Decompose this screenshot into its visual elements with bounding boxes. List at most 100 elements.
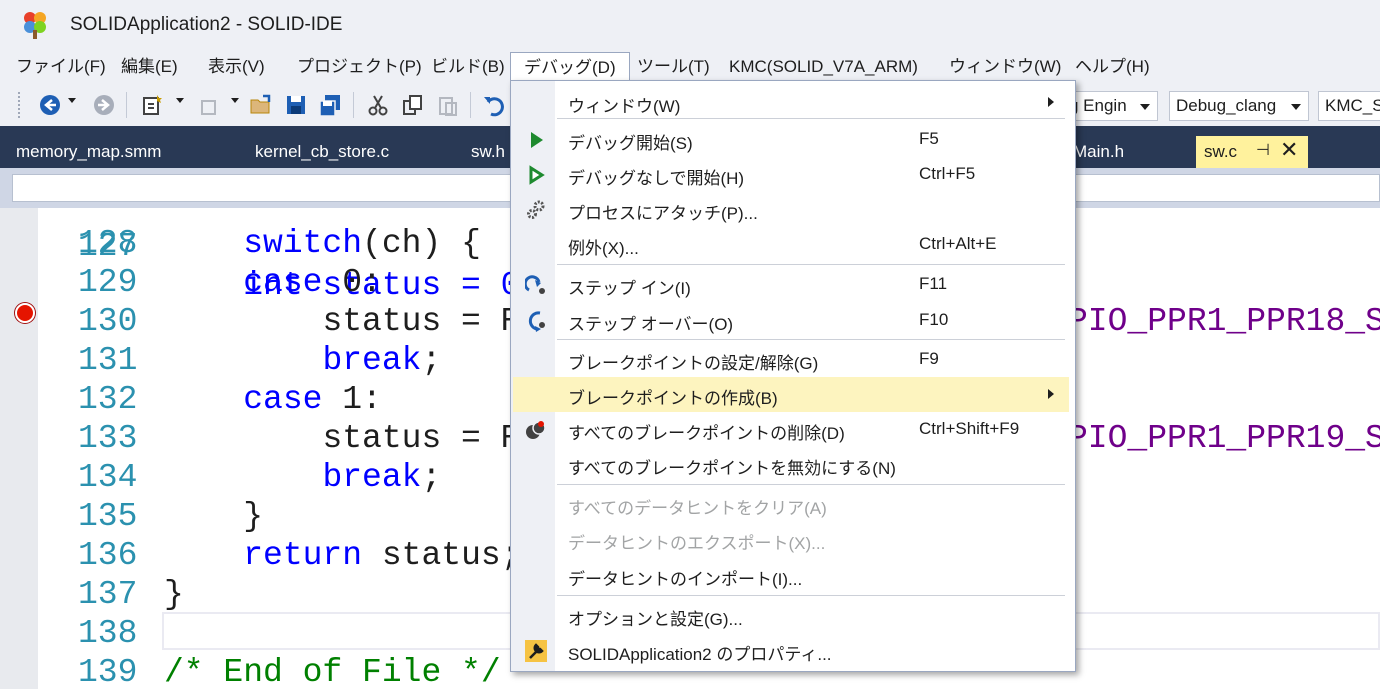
code-body: ; (421, 342, 442, 379)
code-text: return status; (164, 536, 520, 575)
debug-menu-item[interactable]: 例外(X)... Ctrl+Alt+E (513, 227, 1069, 262)
tab-sw-h[interactable]: sw.h (471, 142, 505, 162)
menu-separator (557, 595, 1065, 596)
chevron-down-icon (1291, 104, 1301, 110)
code-body: status = R2 (322, 420, 541, 457)
menu-separator (557, 264, 1065, 265)
play-icon (525, 129, 547, 151)
code-text: } (164, 575, 184, 614)
menu-item-shortcut: Ctrl+Alt+E (919, 234, 997, 253)
configuration-value: Debug_clang (1176, 96, 1277, 115)
code-keyword: switch (243, 225, 363, 262)
code-macro: PIO_PPR1_PPR18_SH (1068, 303, 1380, 340)
copy-icon[interactable] (401, 93, 425, 117)
delete-breakpoints-icon (525, 419, 547, 441)
toolbar-separator (353, 92, 354, 118)
back-dropdown-icon[interactable] (68, 98, 76, 103)
close-icon[interactable]: ✕ (1280, 137, 1298, 163)
back-icon[interactable] (38, 93, 62, 117)
menu-item-shortcut: F10 (919, 310, 949, 329)
debug-menu-item[interactable]: ブレークポイントの作成(B) (513, 377, 1069, 412)
debug-menu-item: データヒントのエクスポート(X)... (513, 522, 1069, 557)
menu-item-shortcut: F11 (919, 274, 948, 293)
solution-platform-value: g Engin (1069, 96, 1127, 115)
debug-menu-item[interactable]: データヒントのインポート(I)... (513, 558, 1069, 593)
menu-item-label: ステップ イン(I) (568, 279, 691, 298)
line-number: 135 (78, 498, 138, 535)
save-icon[interactable] (284, 93, 308, 117)
menu-project[interactable]: プロジェクト(P) (297, 52, 422, 84)
debug-menu-item[interactable]: ステップ オーバー(O) F10 (513, 303, 1069, 338)
debug-menu-item[interactable]: デバッグなしで開始(H) Ctrl+F5 (513, 157, 1069, 192)
debug-menu-item[interactable]: すべてのブレークポイントを無効にする(N) (513, 447, 1069, 482)
line-number: 137 (78, 576, 138, 613)
menu-item-label: ブレークポイントの設定/解除(G) (568, 354, 819, 373)
menu-item-shortcut: F9 (919, 349, 939, 368)
code-text: status = R2 (164, 302, 540, 341)
toolbar-separator (126, 92, 127, 118)
cut-icon[interactable] (366, 93, 390, 117)
submenu-arrow-icon (1048, 389, 1054, 399)
new-project-dropdown-icon[interactable] (176, 98, 184, 103)
configuration-combo[interactable]: Debug_clang (1169, 91, 1309, 121)
menu-file[interactable]: ファイル(F) (16, 52, 106, 84)
add-item-dropdown-icon[interactable] (231, 98, 239, 103)
open-folder-icon[interactable] (249, 93, 273, 117)
line-number: 134 (78, 459, 138, 496)
code-body: 1: (322, 381, 382, 418)
menu-item-label: デバッグなしで開始(H) (568, 169, 745, 188)
debug-menu-item[interactable]: プロセスにアタッチ(P)... (513, 192, 1069, 227)
menu-view[interactable]: 表示(V) (208, 52, 265, 84)
line-number: 130 (78, 303, 138, 340)
code-macro: PIO_PPR1_PPR19_SH (1068, 420, 1380, 457)
debug-menu-item[interactable]: デバッグ開始(S) F5 (513, 122, 1069, 157)
menu-item-label: ウィンドウ(W) (568, 97, 681, 116)
debug-menu-dropdown: ウィンドウ(W) デバッグ開始(S) F5 デバッグなしで開始(H) Ctrl+F5 プロ… (510, 80, 1076, 672)
debug-menu-item[interactable]: SOLIDApplication2 のプロパティ... (513, 633, 1069, 668)
menu-build[interactable]: ビルド(B) (431, 52, 505, 84)
code-text: break; (164, 458, 441, 497)
menu-help[interactable]: ヘルプ(H) (1075, 52, 1150, 84)
menu-item-label: すべてのブレークポイントの削除(D) (568, 424, 845, 443)
line-number: 128 (78, 225, 138, 262)
toolbar-grip[interactable] (18, 92, 22, 118)
app-logo-icon (24, 12, 46, 39)
tab-sw-c-label: sw.c (1204, 142, 1238, 161)
step-into-icon (523, 274, 547, 296)
add-item-icon (201, 100, 216, 115)
target-combo[interactable]: KMC_S (1318, 91, 1380, 121)
pin-icon[interactable]: ⊣ (1256, 140, 1270, 160)
code-body: status = R2 (322, 303, 541, 340)
code-keyword: case (243, 381, 323, 418)
debug-menu-item[interactable]: ブレークポイントの設定/解除(G) F9 (513, 342, 1069, 377)
save-all-icon[interactable] (318, 93, 342, 117)
tab-main-h[interactable]: Main.h (1073, 142, 1124, 162)
step-over-icon (525, 310, 547, 332)
menu-item-shortcut: Ctrl+Shift+F9 (919, 419, 1020, 438)
debug-menu-item[interactable]: ステップ イン(I) F11 (513, 267, 1069, 302)
solution-platform-combo[interactable]: g Engin (1062, 91, 1158, 121)
tab-sw-c[interactable]: sw.c ⊣ ✕ (1196, 136, 1308, 168)
line-number: 133 (78, 420, 138, 457)
undo-icon[interactable] (482, 93, 506, 117)
tab-memory-map[interactable]: memory_map.smm (16, 142, 161, 162)
debug-menu-item[interactable]: オプションと設定(G)... (513, 598, 1069, 633)
menu-item-label: すべてのデータヒントをクリア(A) (568, 499, 827, 518)
forward-icon[interactable] (92, 93, 116, 117)
menu-edit[interactable]: 編集(E) (121, 52, 178, 84)
menu-separator (557, 339, 1065, 340)
code-keyword: break (322, 342, 422, 379)
chevron-down-icon (1140, 104, 1150, 110)
debug-menu-item[interactable]: すべてのブレークポイントの削除(D) Ctrl+Shift+F9 (513, 412, 1069, 447)
menu-item-label: プロセスにアタッチ(P)... (568, 204, 758, 223)
tab-kernel-cb-store[interactable]: kernel_cb_store.c (255, 142, 389, 162)
code-text: /* End of File */ (164, 653, 501, 689)
new-project-icon[interactable] (140, 93, 164, 117)
menu-item-label: オプションと設定(G)... (568, 610, 743, 629)
line-number: 136 (78, 537, 138, 574)
line-number: 131 (78, 342, 138, 379)
code-text: break; (164, 341, 441, 380)
play-outline-icon (525, 164, 547, 186)
debug-menu-item[interactable]: ウィンドウ(W) (513, 85, 1069, 120)
menu-item-shortcut: F5 (919, 129, 939, 148)
